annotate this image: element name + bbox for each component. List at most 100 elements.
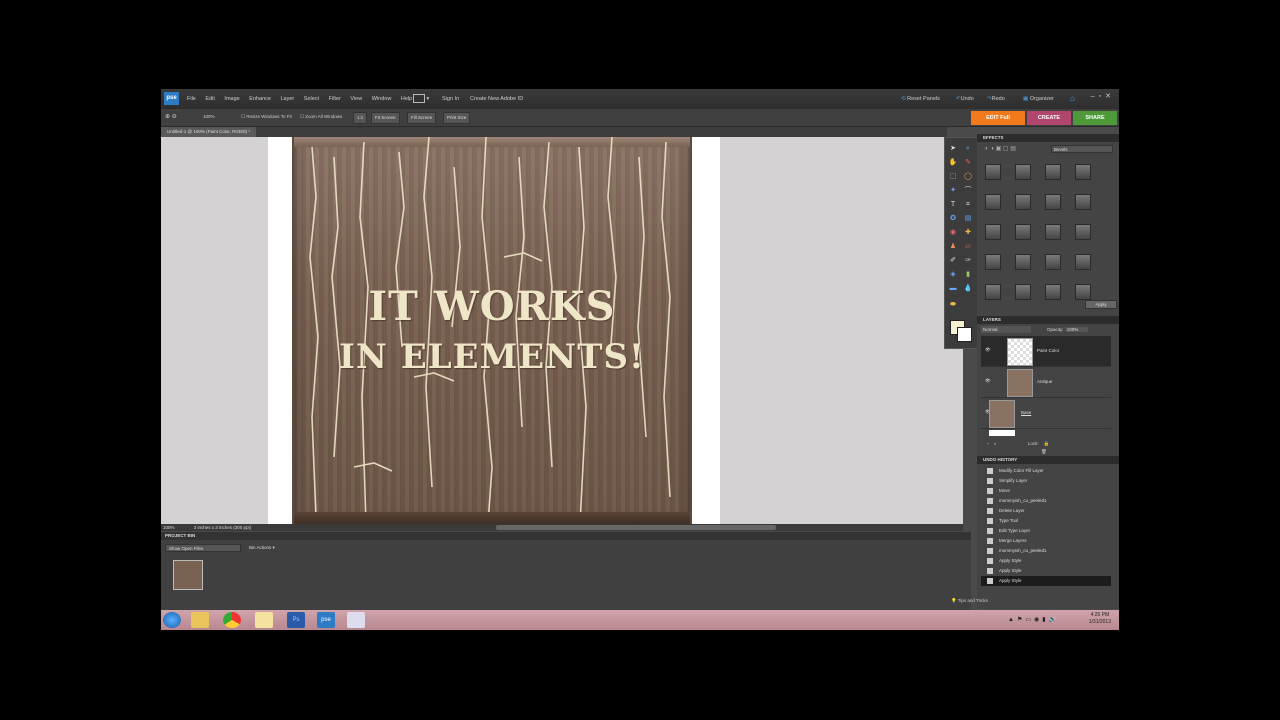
start-button-icon[interactable]: [163, 612, 181, 628]
layer-row[interactable]: 👁 Antique: [981, 367, 1111, 398]
effect-swatch[interactable]: [1015, 224, 1031, 240]
clone-stamp-icon[interactable]: ♟: [948, 242, 958, 252]
redo-button[interactable]: ↷Redo: [987, 89, 1005, 109]
marquee-tool-icon[interactable]: ⬚: [948, 172, 958, 182]
new-layer-icon[interactable]: ▫: [987, 441, 989, 446]
resize-windows-checkbox[interactable]: ☐ Resize Windows To Fit: [241, 112, 292, 122]
menu-edit[interactable]: Edit: [205, 89, 214, 109]
effect-swatch[interactable]: [985, 224, 1001, 240]
effect-swatch[interactable]: [1045, 194, 1061, 210]
eye-icon[interactable]: 👁: [985, 347, 991, 353]
red-eye-icon[interactable]: ◉: [948, 228, 958, 238]
bin-actions-menu[interactable]: Bin Actions ▾: [249, 544, 275, 552]
sponge-tool-icon[interactable]: ⬬: [948, 300, 958, 310]
lasso-tool-icon[interactable]: ◯: [963, 172, 973, 182]
menu-image[interactable]: Image: [224, 89, 239, 109]
eye-icon[interactable]: 👁: [985, 378, 991, 384]
gradient-tool-icon[interactable]: ▮: [963, 270, 973, 280]
blend-mode-dropdown[interactable]: Normal: [981, 326, 1031, 333]
paint-bucket-icon[interactable]: ◈: [948, 270, 958, 280]
zoom-in-out-icons[interactable]: ⊕ ⊖: [165, 112, 177, 122]
effect-swatch[interactable]: [1045, 254, 1061, 270]
document-tab[interactable]: Untitled-1 @ 100% (Paint Color, RGB/8) *: [161, 127, 257, 137]
trash-icon[interactable]: 🗑: [1041, 449, 1047, 454]
snipping-tool-icon[interactable]: [347, 612, 365, 628]
history-step[interactable]: Simplify Layer: [981, 476, 1111, 486]
menu-select[interactable]: Select: [304, 89, 319, 109]
effect-swatch[interactable]: [1075, 254, 1091, 270]
move-tool-icon[interactable]: ➤: [948, 144, 958, 154]
blur-tool-icon[interactable]: 💧: [963, 284, 973, 294]
create-id-link[interactable]: Create New Adobe ID: [470, 89, 523, 109]
effect-swatch[interactable]: [1075, 194, 1091, 210]
media-player-icon[interactable]: [255, 612, 273, 628]
healing-brush-icon[interactable]: ✚: [963, 228, 973, 238]
workspace-switcher[interactable]: ▾: [413, 89, 429, 109]
eraser-icon[interactable]: ▱: [963, 242, 973, 252]
menu-filter[interactable]: Filter: [329, 89, 341, 109]
zoom-level-field[interactable]: 100%: [203, 112, 215, 122]
history-step[interactable]: Merge Layers: [981, 536, 1111, 546]
effect-swatch[interactable]: [1045, 224, 1061, 240]
eyedropper-icon[interactable]: ✎: [963, 158, 973, 168]
menu-view[interactable]: View: [350, 89, 362, 109]
selection-brush-icon[interactable]: ⌒: [963, 186, 973, 196]
effect-swatch[interactable]: [1045, 164, 1061, 180]
tips-and-tricks[interactable]: 💡 Tips and Tricks: [951, 598, 988, 604]
history-step[interactable]: mommyish_cu_peeled1: [981, 546, 1111, 556]
effect-swatch[interactable]: [1075, 164, 1091, 180]
workspace-icon[interactable]: [413, 94, 425, 104]
magic-wand-icon[interactable]: ✦: [948, 186, 958, 196]
canvas-area[interactable]: IT WORKS IN ELEMENTS!: [161, 137, 963, 524]
menu-file[interactable]: File: [187, 89, 196, 109]
hand-tool-icon[interactable]: ✋: [948, 158, 958, 168]
menu-layer[interactable]: Layer: [281, 89, 295, 109]
history-step[interactable]: mommyish_cu_peeled1: [981, 496, 1111, 506]
brush-tool-icon[interactable]: ✐: [948, 256, 958, 266]
organizer-button[interactable]: ▦ Organizer: [1023, 89, 1054, 109]
explorer-icon[interactable]: [191, 612, 209, 628]
menu-enhance[interactable]: Enhance: [249, 89, 271, 109]
smart-brush-icon[interactable]: ✑: [963, 256, 973, 266]
effect-swatch[interactable]: [1075, 224, 1091, 240]
history-step[interactable]: Type Tool: [981, 516, 1111, 526]
layer-row[interactable]: 👁 Base: [981, 398, 1111, 429]
photoshop-icon[interactable]: Ps: [287, 612, 305, 628]
apply-effect-button[interactable]: Apply: [1085, 300, 1117, 309]
effect-swatch[interactable]: [985, 254, 1001, 270]
show-open-files-dropdown[interactable]: Show Open Files: [165, 544, 241, 552]
effect-swatch[interactable]: [985, 164, 1001, 180]
home-icon[interactable]: ⌂: [1070, 89, 1075, 109]
effect-swatch[interactable]: [1075, 284, 1091, 300]
reset-panels-button[interactable]: ⟲ Reset Panels: [901, 89, 940, 109]
background-color-swatch[interactable]: [957, 327, 972, 342]
history-step[interactable]: Apply Style: [981, 566, 1111, 576]
menu-help[interactable]: Help: [401, 89, 412, 109]
scrollbar-thumb[interactable]: [496, 525, 776, 530]
opacity-control[interactable]: Opacity: 100%: [1047, 326, 1089, 333]
one-to-one-button[interactable]: 1:1: [353, 112, 368, 124]
horizontal-scrollbar[interactable]: [161, 524, 963, 531]
zoom-all-windows-checkbox[interactable]: ☐ Zoom All Windows: [300, 112, 342, 122]
effects-category-icons[interactable]: ◐ ◑ ▣ ▢ ▤: [985, 145, 1016, 152]
menu-window[interactable]: Window: [372, 89, 392, 109]
cookie-cutter-icon[interactable]: ✪: [948, 214, 958, 224]
effect-swatch[interactable]: [1015, 164, 1031, 180]
history-step[interactable]: Edit Type Layer: [981, 526, 1111, 536]
straighten-tool-icon[interactable]: ▤: [963, 214, 973, 224]
sign-in-link[interactable]: Sign In: [442, 89, 459, 109]
effect-swatch[interactable]: [985, 194, 1001, 210]
elements-icon[interactable]: pse: [317, 612, 335, 628]
shape-tool-icon[interactable]: ▬: [948, 284, 958, 294]
window-controls[interactable]: –▫✕: [1091, 92, 1115, 100]
effects-category-dropdown[interactable]: Bevels: [1051, 145, 1113, 153]
effect-swatch[interactable]: [985, 284, 1001, 300]
print-size-button[interactable]: Print Size: [443, 112, 471, 124]
history-step[interactable]: Modify Color Fill Layer: [981, 466, 1111, 476]
effect-swatch[interactable]: [1015, 254, 1031, 270]
effect-swatch[interactable]: [1015, 194, 1031, 210]
tab-create[interactable]: CREATE: [1027, 111, 1071, 125]
tab-share[interactable]: SHARE: [1073, 111, 1117, 125]
system-tray-icons[interactable]: ▲⚑▭◉▮🔊: [1008, 616, 1059, 623]
undo-button[interactable]: ↶Undo: [956, 89, 974, 109]
